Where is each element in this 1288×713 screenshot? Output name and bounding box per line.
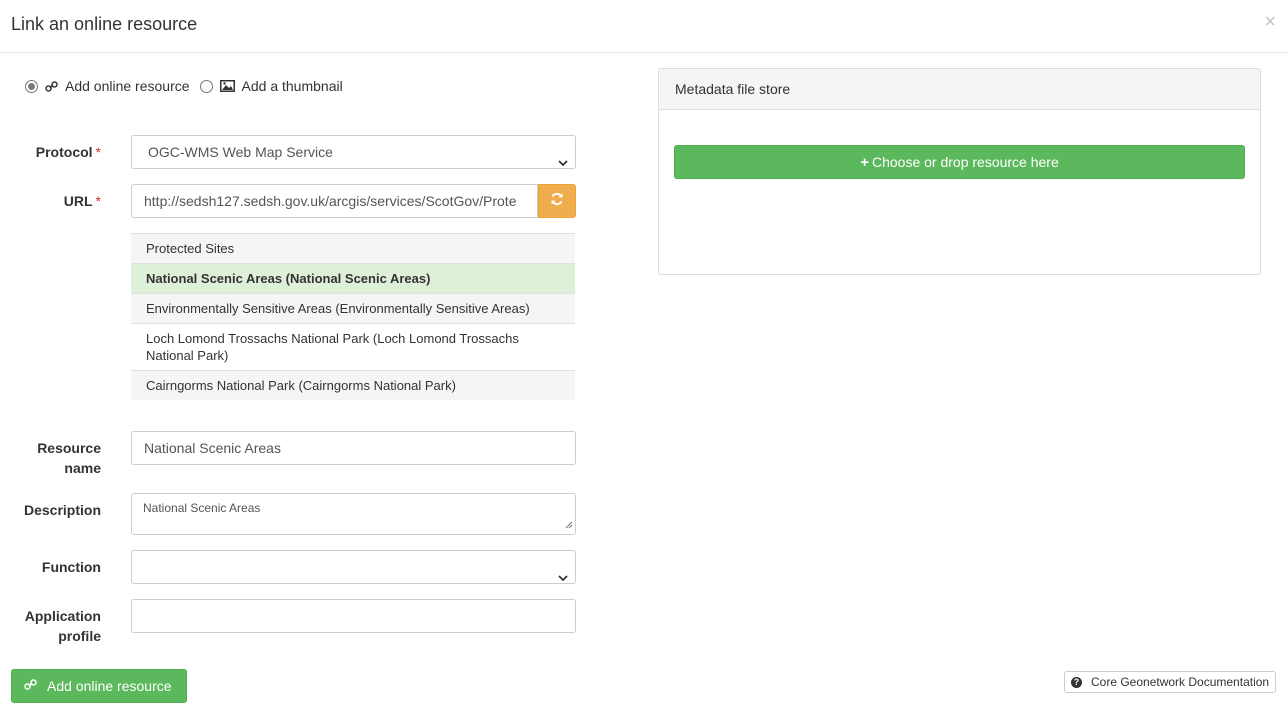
dialog-title: Link an online resource bbox=[11, 14, 198, 34]
description-value: National Scenic Areas bbox=[143, 501, 261, 515]
layer-item[interactable]: Environmentally Sensitive Areas (Environ… bbox=[131, 293, 575, 323]
resource-name-label: Resource name bbox=[11, 438, 101, 478]
chevron-down-icon bbox=[558, 147, 568, 168]
application-profile-label: Application profile bbox=[11, 606, 101, 646]
protocol-label: Protocol * bbox=[11, 142, 101, 162]
mode-selector: Add online resource Add a thumbnail bbox=[25, 76, 353, 96]
required-mark: * bbox=[95, 193, 101, 209]
protocol-value: OGC-WMS Web Map Service bbox=[148, 144, 333, 160]
layer-list: Protected Sites National Scenic Areas (N… bbox=[131, 233, 575, 400]
application-profile-label-line1: Application bbox=[24, 608, 101, 624]
description-textarea[interactable]: National Scenic Areas bbox=[131, 493, 576, 535]
refresh-button[interactable] bbox=[538, 184, 576, 218]
application-profile-label-line2: profile bbox=[58, 628, 101, 644]
resource-name-input[interactable]: National Scenic Areas bbox=[131, 431, 576, 465]
question-icon: ? bbox=[1071, 676, 1082, 688]
plus-icon: + bbox=[860, 153, 869, 171]
layer-item[interactable]: Cairngorms National Park (Cairngorms Nat… bbox=[131, 370, 575, 400]
function-label: Function bbox=[41, 559, 101, 575]
resource-name-label-line2: name bbox=[64, 460, 101, 476]
link-icon bbox=[24, 678, 37, 694]
protocol-label-text: Protocol bbox=[35, 144, 93, 160]
url-label: URL * bbox=[11, 191, 101, 211]
documentation-label: Core Geonetwork Documentation bbox=[1091, 675, 1270, 689]
link-icon bbox=[45, 80, 58, 93]
url-input[interactable]: http://sedsh127.sedsh.gov.uk/arcgis/serv… bbox=[131, 184, 538, 218]
resource-name-label-line1: Resource bbox=[37, 440, 101, 456]
application-profile-input[interactable] bbox=[131, 599, 576, 633]
layer-item-selected[interactable]: National Scenic Areas (National Scenic A… bbox=[131, 263, 575, 293]
image-icon bbox=[219, 80, 235, 92]
close-icon[interactable]: × bbox=[1264, 12, 1276, 32]
radio-add-online-resource[interactable] bbox=[25, 79, 38, 93]
choose-resource-button[interactable]: + Choose or drop resource here bbox=[674, 145, 1245, 179]
submit-label: Add online resource bbox=[47, 678, 172, 694]
add-online-resource-button[interactable]: Add online resource bbox=[11, 669, 187, 703]
drop-label: Choose or drop resource here bbox=[871, 154, 1059, 170]
layer-item[interactable]: Loch Lomond Trossachs National Park (Loc… bbox=[131, 323, 575, 370]
refresh-icon bbox=[550, 192, 564, 211]
mode-label-online-resource[interactable]: Add online resource bbox=[65, 78, 190, 94]
chevron-down-icon bbox=[558, 562, 568, 583]
radio-add-thumbnail[interactable] bbox=[199, 79, 213, 93]
mode-label-thumbnail[interactable]: Add a thumbnail bbox=[242, 78, 343, 94]
resize-grip-icon[interactable] bbox=[565, 518, 573, 532]
dialog-header: Link an online resource × bbox=[0, 0, 1288, 53]
url-label-text: URL bbox=[63, 193, 93, 209]
function-select[interactable] bbox=[131, 550, 576, 584]
documentation-button[interactable]: ? Core Geonetwork Documentation bbox=[1064, 671, 1276, 693]
panel-heading: Metadata file store bbox=[659, 69, 1260, 110]
description-label: Description bbox=[23, 502, 101, 518]
required-mark: * bbox=[95, 144, 101, 160]
protocol-select[interactable]: OGC-WMS Web Map Service bbox=[131, 135, 576, 169]
metadata-file-store-panel: Metadata file store + Choose or drop res… bbox=[658, 68, 1261, 275]
layer-item[interactable]: Protected Sites bbox=[131, 233, 575, 263]
